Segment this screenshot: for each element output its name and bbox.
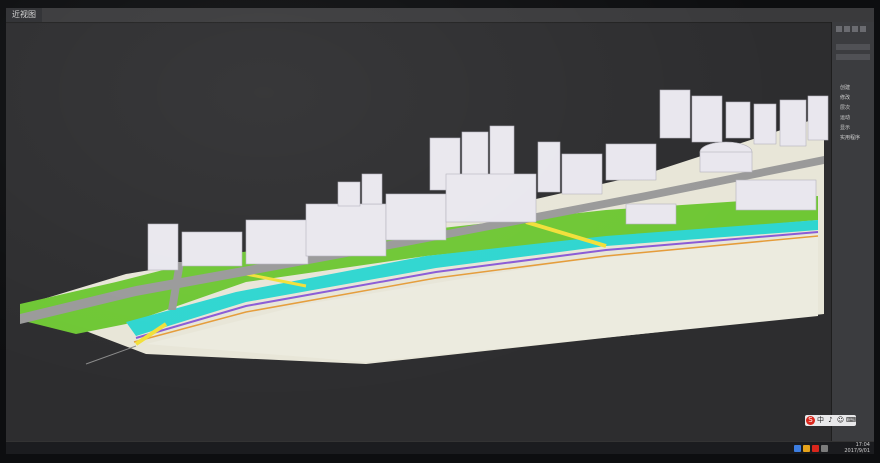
ime-logo-icon[interactable]: S [806,416,815,425]
panel-item-label[interactable]: 修改 [840,94,850,101]
screen: 近视图 创建 修改 层次 运动 显示 实用程序 S 中 ♪ ☺ ⌨ 17:04 … [6,8,874,454]
viewport-tab[interactable]: 近视图 [6,8,42,22]
clock[interactable]: 17:04 2017/9/01 [844,442,870,454]
tray-app-icon[interactable] [794,444,801,452]
ime-emoji-icon[interactable]: ☺ [836,416,845,425]
panel-row[interactable] [836,44,870,50]
3d-viewport[interactable] [6,24,832,442]
motion-tab-icon[interactable] [860,26,866,32]
ime-mode-button[interactable]: 中 [816,416,825,425]
tray-app-icon[interactable] [803,444,810,452]
ime-voice-icon[interactable]: ♪ [826,416,835,425]
command-panel: 创建 修改 层次 运动 显示 实用程序 [831,22,874,442]
panel-item-label[interactable]: 显示 [840,124,850,131]
tray-app-icon[interactable] [812,444,819,452]
panel-item-label[interactable]: 运动 [840,114,850,121]
ime-toolbar[interactable]: S 中 ♪ ☺ ⌨ [805,415,856,426]
pier [85,345,137,365]
panel-row[interactable] [836,54,870,60]
system-tray [794,443,828,453]
hierarchy-tab-icon[interactable] [852,26,858,32]
scene-svg [20,89,829,365]
taskbar: 17:04 2017/9/01 [6,441,874,454]
title-bar: 近视图 [6,8,874,23]
create-tab-icon[interactable] [836,26,842,32]
panel-item-label[interactable]: 创建 [840,84,850,91]
modify-tab-icon[interactable] [844,26,850,32]
clock-date: 2017/9/01 [844,448,870,454]
tray-app-icon[interactable] [821,444,828,452]
ime-keyboard-icon[interactable]: ⌨ [846,416,856,425]
panel-item-label[interactable]: 层次 [840,104,850,111]
panel-item-label[interactable]: 实用程序 [840,134,860,141]
